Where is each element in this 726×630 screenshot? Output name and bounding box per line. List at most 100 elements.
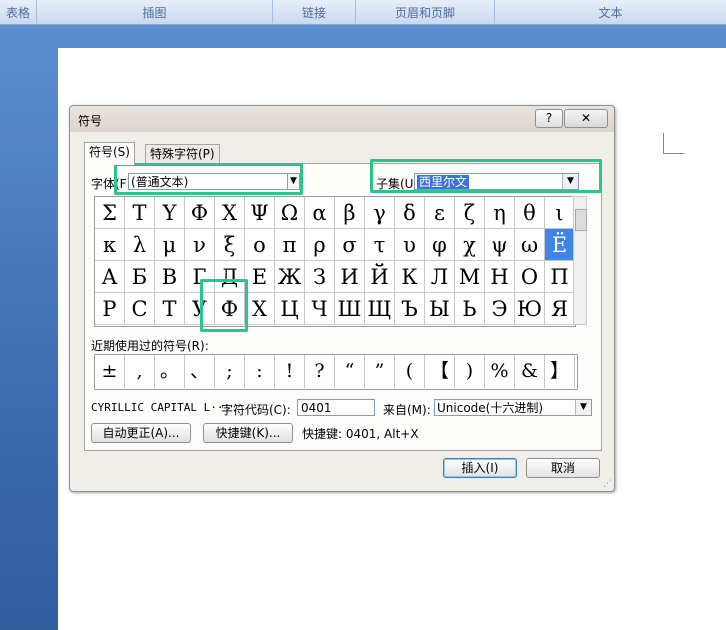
recent-symbol-cell[interactable]: ! xyxy=(275,355,305,388)
symbol-cell[interactable]: О xyxy=(515,261,545,293)
symbol-cell[interactable]: β xyxy=(335,197,365,229)
symbol-cell[interactable]: Т xyxy=(155,293,185,325)
symbol-cell[interactable]: Τ xyxy=(125,197,155,229)
symbol-cell[interactable]: ο xyxy=(245,229,275,261)
symbol-cell[interactable]: ζ xyxy=(455,197,485,229)
tab-special-characters[interactable]: 特殊字符(P) xyxy=(145,144,220,164)
symbol-cell[interactable]: Ц xyxy=(275,293,305,325)
symbol-cell[interactable]: Ω xyxy=(275,197,305,229)
recent-symbol-cell[interactable]: , xyxy=(125,355,155,388)
dialog-titlebar[interactable]: 符号 ? ✕ xyxy=(70,106,614,132)
symbol-cell[interactable]: Ш xyxy=(335,293,365,325)
symbol-cell[interactable]: θ xyxy=(515,197,545,229)
symbol-cell[interactable]: λ xyxy=(125,229,155,261)
symbol-cell[interactable]: α xyxy=(305,197,335,229)
symbol-cell[interactable]: γ xyxy=(365,197,395,229)
autocorrect-button[interactable]: 自动更正(A)... xyxy=(91,423,191,443)
chevron-down-icon[interactable]: ▼ xyxy=(575,400,591,415)
symbol-cell[interactable]: И xyxy=(335,261,365,293)
symbol-cell[interactable]: Р xyxy=(95,293,125,325)
symbol-cell[interactable]: Φ xyxy=(185,197,215,229)
symbol-cell[interactable]: Е xyxy=(245,261,275,293)
symbol-cell[interactable]: Б xyxy=(125,261,155,293)
symbol-cell[interactable]: Ъ xyxy=(395,293,425,325)
symbol-cell[interactable]: Χ xyxy=(215,197,245,229)
symbol-cell[interactable]: Ж xyxy=(275,261,305,293)
symbol-cell[interactable]: π xyxy=(275,229,305,261)
ribbon-group-tables[interactable]: 表格 xyxy=(0,0,37,23)
symbol-cell[interactable]: З xyxy=(305,261,335,293)
recent-symbol-cell[interactable]: 【 xyxy=(425,355,455,388)
scrollbar-thumb[interactable] xyxy=(575,209,587,231)
recent-symbol-cell[interactable]: 。 xyxy=(155,355,185,388)
symbol-cell[interactable]: Л xyxy=(425,261,455,293)
symbol-cell[interactable]: ω xyxy=(515,229,545,261)
symbol-cell[interactable]: М xyxy=(455,261,485,293)
recent-symbol-cell[interactable]: 】 xyxy=(545,355,575,388)
ribbon-group-labels: 表格 插图 链接 页眉和页脚 文本 xyxy=(0,0,726,25)
symbol-grid-scrollbar[interactable] xyxy=(573,196,587,325)
symbol-cell[interactable]: ν xyxy=(185,229,215,261)
recent-symbol-cell[interactable]: ; xyxy=(215,355,245,388)
symbol-cell[interactable]: υ xyxy=(395,229,425,261)
symbol-cell[interactable]: ψ xyxy=(485,229,515,261)
symbol-cell[interactable]: ξ xyxy=(215,229,245,261)
recent-symbol-cell[interactable]: ( xyxy=(395,355,425,388)
shortcut-text: 快捷键: 0401, Alt+X xyxy=(302,427,419,441)
symbol-cell[interactable]: Х xyxy=(245,293,275,325)
recent-symbol-cell[interactable]: “ xyxy=(335,355,365,388)
symbol-cell[interactable]: Й xyxy=(365,261,395,293)
symbol-cell[interactable]: А xyxy=(95,261,125,293)
symbol-cell[interactable]: В xyxy=(155,261,185,293)
recent-symbol-cell[interactable]: ” xyxy=(365,355,395,388)
recent-symbol-cell[interactable]: ? xyxy=(305,355,335,388)
character-name: CYRILLIC CAPITAL L··· xyxy=(91,401,231,414)
symbol-cell[interactable]: σ xyxy=(335,229,365,261)
symbol-cell[interactable]: К xyxy=(395,261,425,293)
shortcut-key-button[interactable]: 快捷键(K)... xyxy=(203,423,293,443)
charcode-input[interactable]: 0401 xyxy=(297,399,375,416)
symbol-cell[interactable]: Н xyxy=(485,261,515,293)
symbol-cell[interactable]: φ xyxy=(425,229,455,261)
font-highlight-box xyxy=(114,163,303,195)
recent-symbol-cell[interactable]: ± xyxy=(95,355,125,388)
symbol-cell[interactable]: С xyxy=(125,293,155,325)
symbol-cell[interactable]: ι xyxy=(545,197,575,229)
recent-symbol-cell[interactable]: 、 xyxy=(185,355,215,388)
cancel-button[interactable]: 取消 xyxy=(526,458,600,478)
insert-button[interactable]: 插入(I) xyxy=(443,458,517,478)
symbol-cell[interactable]: Я xyxy=(545,293,575,325)
ribbon-group-header-footer[interactable]: 页眉和页脚 xyxy=(356,0,495,23)
symbol-cell[interactable]: Ю xyxy=(515,293,545,325)
ribbon-group-text[interactable]: 文本 xyxy=(495,0,726,23)
recent-symbol-cell[interactable]: % xyxy=(485,355,515,388)
symbol-cell[interactable]: Ь xyxy=(455,293,485,325)
tab-symbols[interactable]: 符号(S) xyxy=(84,142,135,165)
from-select[interactable]: Unicode(十六进制) ▼ xyxy=(434,399,592,416)
help-button[interactable]: ? xyxy=(535,109,563,128)
recent-symbol-cell[interactable]: : xyxy=(245,355,275,388)
symbol-cell[interactable]: η xyxy=(485,197,515,229)
symbol-cell[interactable]: Э xyxy=(485,293,515,325)
resize-grip-icon[interactable]: ⋰ xyxy=(603,479,612,489)
symbol-cell[interactable]: П xyxy=(545,261,575,293)
symbol-cell-selected[interactable]: Ё xyxy=(545,229,575,261)
recent-symbol-cell[interactable]: ) xyxy=(455,355,485,388)
symbol-cell[interactable]: Щ xyxy=(365,293,395,325)
symbol-cell[interactable]: Ы xyxy=(425,293,455,325)
ribbon-group-illustrations[interactable]: 插图 xyxy=(37,0,273,23)
symbol-cell[interactable]: ε xyxy=(425,197,455,229)
symbol-cell[interactable]: δ xyxy=(395,197,425,229)
recent-symbol-cell[interactable]: & xyxy=(515,355,545,388)
ribbon-group-links[interactable]: 链接 xyxy=(273,0,356,23)
symbol-cell[interactable]: Ψ xyxy=(245,197,275,229)
symbol-cell[interactable]: τ xyxy=(365,229,395,261)
close-button[interactable]: ✕ xyxy=(564,109,608,128)
symbol-cell[interactable]: Ч xyxy=(305,293,335,325)
symbol-cell[interactable]: Σ xyxy=(95,197,125,229)
symbol-cell[interactable]: μ xyxy=(155,229,185,261)
symbol-cell[interactable]: Υ xyxy=(155,197,185,229)
symbol-cell[interactable]: κ xyxy=(95,229,125,261)
symbol-cell[interactable]: ρ xyxy=(305,229,335,261)
symbol-cell[interactable]: χ xyxy=(455,229,485,261)
